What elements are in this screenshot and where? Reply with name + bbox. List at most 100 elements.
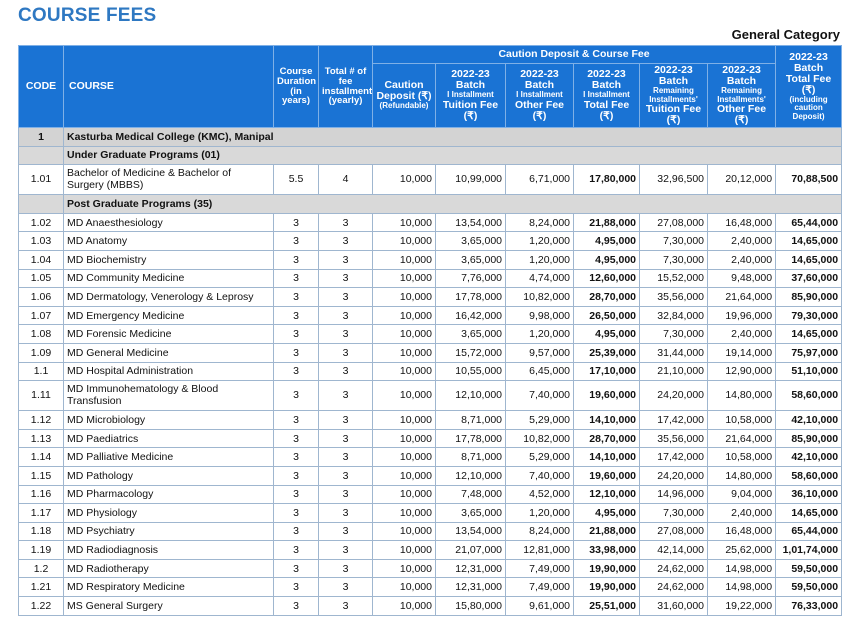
cell-other-fee-remaining: 14,98,000 bbox=[706, 558, 777, 579]
cell-installments: 3 bbox=[318, 324, 373, 344]
cell-caution-deposit: 10,000 bbox=[372, 249, 436, 270]
cell-other-fee-1: 12,81,000 bbox=[505, 540, 574, 560]
cell-tuition-fee-1: 7,48,000 bbox=[435, 484, 506, 505]
cell-duration: 3 bbox=[273, 540, 319, 560]
cell-course: MD Palliative Medicine bbox=[63, 447, 274, 467]
cell-total-fee: 65,44,000 bbox=[775, 521, 843, 542]
cell-total-fee: 14,65,000 bbox=[775, 249, 843, 270]
category-label: General Category bbox=[731, 27, 840, 42]
cell-other-fee-1: 6,71,000 bbox=[505, 164, 574, 196]
section-label: Kasturba Medical College (KMC), Manipal bbox=[62, 127, 843, 147]
header-tuition-rem: 2022-23 Batch Remaining Installments' Tu… bbox=[639, 63, 708, 128]
cell-duration: 3 bbox=[273, 342, 319, 363]
header-caution: Caution Deposit (₹) (Refundable) bbox=[372, 63, 436, 128]
cell-course: MS General Surgery bbox=[63, 596, 274, 616]
cell-other-fee-remaining: 2,40,000 bbox=[706, 324, 777, 344]
cell-total-fee: 1,01,74,000 bbox=[775, 540, 843, 560]
cell-course: MD Psychiatry bbox=[63, 521, 274, 542]
cell-total-fee-1: 19,60,000 bbox=[573, 465, 640, 486]
cell-installments: 4 bbox=[318, 164, 373, 196]
cell-total-fee-1: 26,50,000 bbox=[573, 305, 640, 326]
cell-tuition-fee-remaining: 24,62,000 bbox=[639, 558, 708, 579]
cell-course: MD Emergency Medicine bbox=[63, 305, 274, 326]
cell-code: 1.04 bbox=[18, 249, 64, 270]
cell-course: MD Physiology bbox=[63, 503, 274, 523]
cell-code: 1.02 bbox=[18, 212, 64, 233]
cell-caution-deposit: 10,000 bbox=[372, 447, 436, 467]
cell-course: MD Respiratory Medicine bbox=[63, 577, 274, 598]
header-other-rem-batch: 2022-23 Batch bbox=[722, 64, 761, 88]
header-other-1: 2022-23 Batch I Installment Other Fee (₹… bbox=[505, 63, 574, 128]
cell-duration: 3 bbox=[273, 428, 319, 449]
cell-course: MD Paediatrics bbox=[63, 428, 274, 449]
cell-course: MD Community Medicine bbox=[63, 268, 274, 289]
section-row: 1 Kasturba Medical College (KMC), Manipa… bbox=[18, 127, 843, 147]
cell-code: 1.09 bbox=[18, 342, 64, 363]
cell-tuition-fee-remaining: 15,52,000 bbox=[639, 268, 708, 289]
cell-code: 1.17 bbox=[18, 503, 64, 523]
cell-other-fee-remaining: 2,40,000 bbox=[706, 231, 777, 251]
cell-other-fee-remaining: 16,48,000 bbox=[706, 521, 777, 542]
cell-caution-deposit: 10,000 bbox=[372, 410, 436, 430]
cell-other-fee-1: 8,24,000 bbox=[505, 212, 574, 233]
cell-duration: 5.5 bbox=[273, 164, 319, 196]
cell-installments: 3 bbox=[318, 287, 373, 307]
cell-installments: 3 bbox=[318, 342, 373, 363]
cell-total-fee: 70,88,500 bbox=[775, 164, 843, 196]
cell-total-fee: 36,10,000 bbox=[775, 484, 843, 505]
cell-other-fee-remaining: 16,48,000 bbox=[706, 212, 777, 233]
cell-duration: 3 bbox=[273, 484, 319, 505]
cell-total-fee: 14,65,000 bbox=[775, 231, 843, 251]
cell-tuition-fee-remaining: 24,62,000 bbox=[639, 577, 708, 598]
cell-total-fee-1: 4,95,000 bbox=[573, 249, 640, 270]
cell-installments: 3 bbox=[318, 410, 373, 430]
cell-caution-deposit: 10,000 bbox=[372, 558, 436, 579]
cell-other-fee-1: 4,52,000 bbox=[505, 484, 574, 505]
cell-total-fee-1: 4,95,000 bbox=[573, 231, 640, 251]
cell-tuition-fee-1: 13,54,000 bbox=[435, 212, 506, 233]
cell-total-fee-1: 12,60,000 bbox=[573, 268, 640, 289]
cell-other-fee-1: 9,61,000 bbox=[505, 596, 574, 616]
cell-tuition-fee-1: 12,10,000 bbox=[435, 465, 506, 486]
cell-installments: 3 bbox=[318, 447, 373, 467]
ug-label-empty bbox=[18, 145, 64, 166]
cell-other-fee-1: 1,20,000 bbox=[505, 231, 574, 251]
cell-caution-deposit: 10,000 bbox=[372, 540, 436, 560]
cell-total-fee: 58,60,000 bbox=[775, 465, 843, 486]
cell-installments: 3 bbox=[318, 231, 373, 251]
cell-code: 1.21 bbox=[18, 577, 64, 598]
cell-total-fee-1: 21,88,000 bbox=[573, 212, 640, 233]
header-other-rem: 2022-23 Batch Remaining Installments' Ot… bbox=[706, 63, 777, 128]
cell-other-fee-remaining: 9,48,000 bbox=[706, 268, 777, 289]
header-other-rem-inst: Remaining Installments' bbox=[717, 86, 766, 104]
cell-tuition-fee-remaining: 24,20,000 bbox=[639, 465, 708, 486]
cell-caution-deposit: 10,000 bbox=[372, 231, 436, 251]
cell-installments: 3 bbox=[318, 558, 373, 579]
table-row: 1.22 MS General Surgery 3 3 10,000 15,80,000 9… bbox=[18, 596, 843, 616]
cell-total-fee-1: 28,70,000 bbox=[573, 287, 640, 307]
cell-code: 1.03 bbox=[18, 231, 64, 251]
cell-duration: 3 bbox=[273, 596, 319, 616]
cell-other-fee-1: 9,57,000 bbox=[505, 342, 574, 363]
cell-code: 1.11 bbox=[18, 380, 64, 412]
cell-total-fee: 85,90,000 bbox=[775, 287, 843, 307]
table-row: 1.17 MD Physiology 3 3 10,000 3,65,000 1,20,00… bbox=[18, 503, 843, 523]
cell-total-fee: 37,60,000 bbox=[775, 268, 843, 289]
cell-other-fee-remaining: 19,14,000 bbox=[706, 342, 777, 363]
ug-label-row: Under Graduate Programs (01) bbox=[18, 145, 843, 166]
cell-duration: 3 bbox=[273, 305, 319, 326]
cell-course: MD Pathology bbox=[63, 465, 274, 486]
cell-tuition-fee-1: 17,78,000 bbox=[435, 428, 506, 449]
cell-caution-deposit: 10,000 bbox=[372, 305, 436, 326]
cell-tuition-fee-remaining: 32,84,000 bbox=[639, 305, 708, 326]
header-course: COURSE bbox=[63, 45, 274, 128]
header-total-batch: 2022-23 Batch bbox=[789, 50, 828, 74]
table-row: 1.03 MD Anatomy 3 3 10,000 3,65,000 1,20,000 4,… bbox=[18, 231, 843, 251]
cell-course: MD Biochemistry bbox=[63, 249, 274, 270]
cell-caution-deposit: 10,000 bbox=[372, 164, 436, 196]
cell-code: 1.18 bbox=[18, 521, 64, 542]
cell-tuition-fee-remaining: 31,60,000 bbox=[639, 596, 708, 616]
cell-code: 1.14 bbox=[18, 447, 64, 467]
cell-caution-deposit: 10,000 bbox=[372, 342, 436, 363]
table-row: 1.11 MD Immunohematology & Blood Transfus… bbox=[18, 380, 843, 412]
